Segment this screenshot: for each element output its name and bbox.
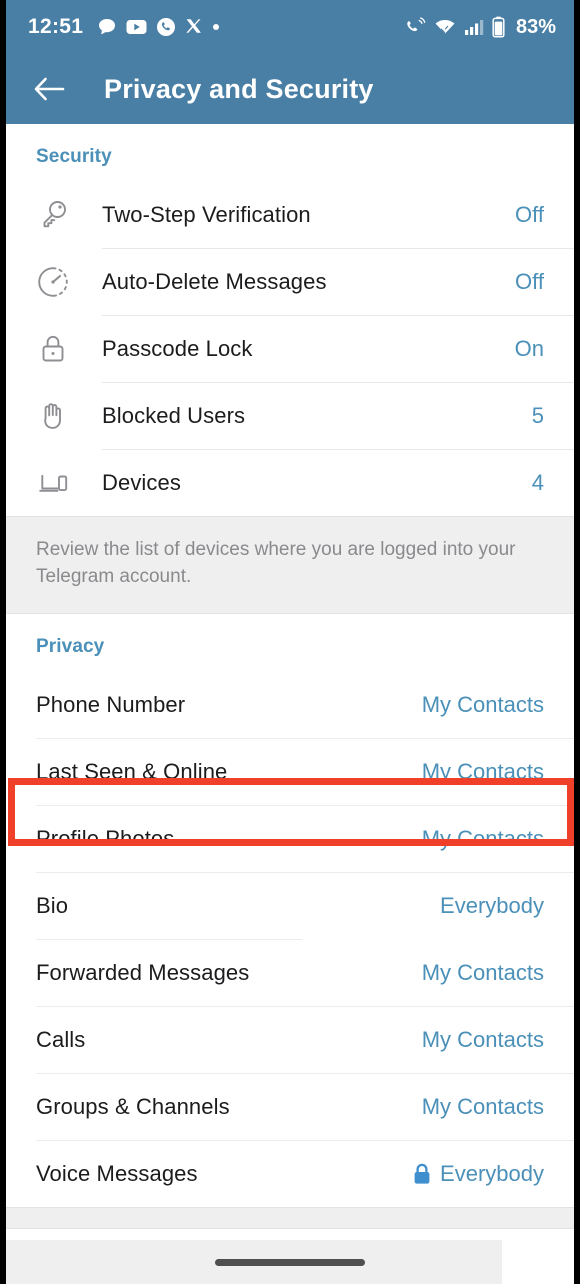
row-value: My Contacts [421,825,544,851]
row-label: Calls [36,1026,86,1052]
status-bar-clock: 12:51 [28,15,84,38]
timer-icon [38,267,68,297]
hand-icon [44,403,61,429]
battery-icon [492,16,505,38]
row-label: Blocked Users [102,403,246,428]
row-label: Auto-Delete Messages [102,269,327,294]
row-value-wrap: Everybody [413,1161,544,1187]
row-label: Last Seen & Online [36,758,228,784]
row-label: Phone Number [36,691,186,717]
row-label: Groups & Channels [36,1093,230,1119]
row-value: My Contacts [421,1026,544,1052]
x-logo-icon [186,19,202,33]
back-arrow-icon [34,77,65,101]
row-label: Passcode Lock [102,336,253,361]
row-label: Bio [36,892,69,918]
chat-bubble-icon [99,19,116,35]
row-last-seen-online[interactable]: Last Seen & Online My Contacts [6,738,574,805]
row-label: Voice Messages [36,1160,198,1186]
row-value: Off [515,202,544,227]
status-bar: 12:51 83% [6,0,574,54]
privacy-footer-gap [6,1206,574,1229]
privacy-section-header: Privacy [36,635,105,657]
row-value: My Contacts [421,959,544,985]
row-value: Everybody [440,892,544,918]
bottom-right-filler [502,1240,574,1284]
row-calls[interactable]: Calls My Contacts [6,1006,574,1073]
key-icon [43,201,66,228]
call-vibrate-icon [407,17,426,32]
hand-icon-wrap [36,399,88,433]
row-value: My Contacts [421,1093,544,1119]
status-bar-system-icons: 83% [404,16,556,39]
row-label: Forwarded Messages [36,959,250,985]
devices-note-text: Review the list of devices where you are… [36,539,516,587]
row-value: My Contacts [421,691,544,717]
row-value: On [514,336,544,361]
row-phone-number[interactable]: Phone Number My Contacts [6,671,574,738]
row-groups-channels[interactable]: Groups & Channels My Contacts [6,1073,574,1140]
row-label: Profile Photos [36,825,175,851]
youtube-icon [126,20,147,34]
devices-note-block: Review the list of devices where you are… [6,516,574,614]
row-value: Everybody [440,1160,544,1186]
page-title: Privacy and Security [104,73,374,104]
home-indicator-pill[interactable] [215,1258,365,1266]
row-value: 5 [531,403,544,428]
row-label: Two-Step Verification [102,202,311,227]
security-section: Security Two-Step Verification Off Auto-… [6,124,574,516]
signal-bars-icon [464,20,484,35]
row-forwarded-messages[interactable]: Forwarded Messages My Contacts [6,939,574,1006]
row-voice-messages[interactable]: Voice Messages Everybody [6,1140,574,1207]
phone-screen: 12:51 83% Privacy and Security Security … [0,0,580,1284]
wifi-icon [435,20,455,34]
system-navigation-bar [6,1240,574,1284]
row-passcode-lock[interactable]: Passcode Lock On [6,316,574,382]
dot-icon [213,24,220,30]
row-blocked-users[interactable]: Blocked Users 5 [6,383,574,449]
lock-icon-wrap [36,332,88,366]
timer-icon-wrap [36,265,88,299]
row-devices[interactable]: Devices 4 [6,450,574,516]
battery-percent-label: 83% [515,15,556,38]
phone-circle-icon [157,18,176,36]
back-button[interactable] [28,68,70,110]
row-value: Off [515,269,544,294]
premium-lock-icon [414,1163,430,1184]
security-section-header: Security [36,146,112,167]
lock-icon [42,335,64,362]
row-two-step-verification[interactable]: Two-Step Verification Off [6,182,574,248]
row-profile-photos[interactable]: Profile Photos My Contacts [6,805,574,872]
row-bio[interactable]: Bio Everybody [6,872,574,939]
key-icon-wrap [36,198,88,232]
row-auto-delete-messages[interactable]: Auto-Delete Messages Off [6,249,574,315]
row-value: My Contacts [421,758,544,784]
app-bar: Privacy and Security [6,54,574,124]
devices-icon [39,474,68,492]
row-value: 4 [531,470,544,495]
status-bar-notification-icons [97,17,404,37]
privacy-section: Privacy Phone Number My Contacts Last Se… [6,613,574,1207]
devices-icon-wrap [36,466,88,500]
row-label: Devices [102,470,181,495]
